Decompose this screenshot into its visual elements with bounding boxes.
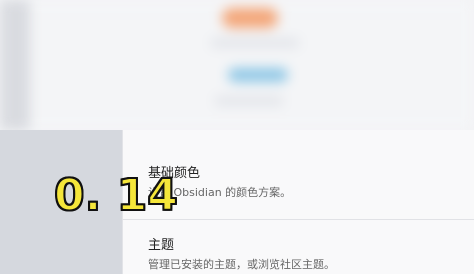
blurred-text-line xyxy=(214,96,284,106)
blurred-orange-button xyxy=(222,8,278,28)
setting-item-theme[interactable]: 主题 管理已安装的主题，或浏览社区主题。 xyxy=(148,238,335,272)
blurred-background-area xyxy=(0,0,474,130)
overlay-step-number: 0. 14 xyxy=(53,170,179,221)
blurred-sidebar xyxy=(0,0,30,130)
blurred-blue-button xyxy=(228,68,288,82)
blurred-text-line xyxy=(210,38,300,48)
setting-description: 管理已安装的主题，或浏览社区主题。 xyxy=(148,258,335,271)
setting-title: 主题 xyxy=(148,238,175,253)
